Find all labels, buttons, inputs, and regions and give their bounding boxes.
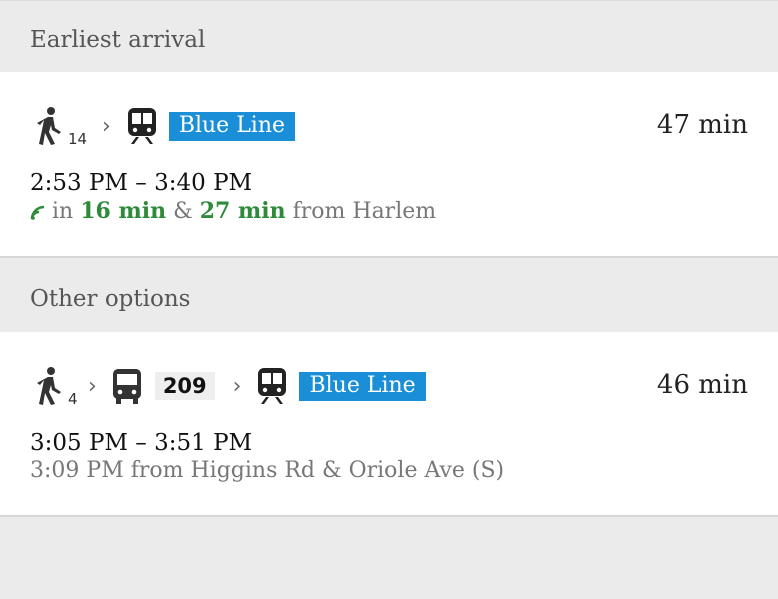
realtime-prefix: in <box>52 199 74 224</box>
section-header-other: Other options <box>0 258 778 332</box>
blue-line-badge: Blue Line <box>299 371 426 401</box>
realtime-departures: in 16 min & 27 min from Harlem <box>30 198 436 224</box>
section-title: Other options <box>30 286 191 312</box>
trip-legs: 4 › 209 › Blue Line <box>34 362 426 410</box>
walk-leg: 14 <box>34 104 87 148</box>
trip-time-range: 3:05 PM – 3:51 PM <box>30 430 253 456</box>
train-icon <box>127 108 156 144</box>
chevron-right-icon: › <box>102 113 111 139</box>
walk-leg: 4 <box>34 364 78 408</box>
trip-time-range: 2:53 PM – 3:40 PM <box>30 170 253 196</box>
section-header-earliest: Earliest arrival <box>0 0 778 73</box>
realtime-signal-icon <box>30 205 45 220</box>
blue-line-badge: Blue Line <box>168 111 296 141</box>
trip-option-other[interactable]: 4 › 209 › Blue Line 46 min 3:05 PM – 3:5… <box>0 332 778 517</box>
chevron-right-icon: › <box>88 373 97 399</box>
trip-duration: 47 min <box>656 110 748 140</box>
trip-option-earliest[interactable]: 14 › Blue Line 47 min 2:53 PM – 3:40 PM … <box>0 72 778 258</box>
realtime-connector: & <box>173 199 193 224</box>
departure-info: 3:09 PM from Higgins Rd & Oriole Ave (S) <box>30 458 505 483</box>
trip-legs: 14 › Blue Line <box>34 102 296 150</box>
realtime-first: 16 min <box>80 198 167 224</box>
walk-minutes: 4 <box>68 390 78 408</box>
realtime-suffix: from Harlem <box>292 199 437 224</box>
realtime-second: 27 min <box>199 198 286 224</box>
walk-minutes: 14 <box>68 130 88 148</box>
chevron-right-icon: › <box>232 373 242 399</box>
trip-duration: 46 min <box>656 370 748 400</box>
section-title: Earliest arrival <box>30 27 206 53</box>
walk-icon <box>37 367 61 405</box>
walk-icon <box>37 107 61 145</box>
train-icon <box>258 368 287 404</box>
bus-route-badge: 209 <box>154 372 215 400</box>
bus-icon <box>112 369 141 404</box>
